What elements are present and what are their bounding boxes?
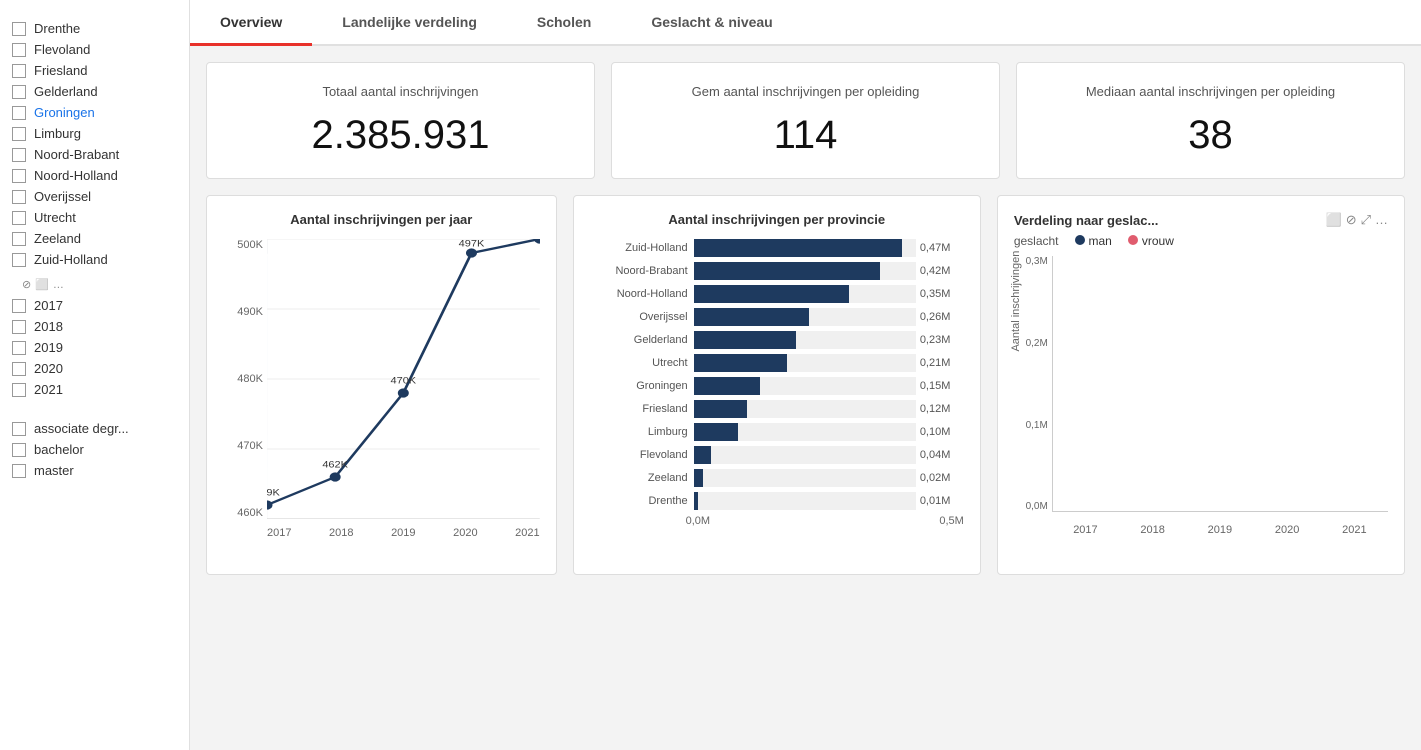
sidebar-jaar-2017[interactable]: 2017 [0, 295, 189, 316]
hbar-row: Gelderland 0,23M [598, 331, 956, 349]
sidebar-jaar-2020[interactable]: 2020 [0, 358, 189, 379]
jaar-section-header: ⊘ ⬜ … [0, 270, 189, 295]
kpi-card-median: Mediaan aantal inschrijvingen per opleid… [1016, 62, 1405, 179]
gbar-icon-expand[interactable]: ⤢ [1361, 212, 1371, 228]
charts-row: Aantal inschrijvingen per jaar 500K 490K… [206, 195, 1405, 575]
hbar-row: Noord-Brabant 0,42M [598, 262, 956, 280]
dashboard-content: Totaal aantal inschrijvingen 2.385.931 G… [190, 46, 1421, 750]
kpi-row: Totaal aantal inschrijvingen 2.385.931 G… [206, 62, 1405, 179]
hbar-row: Flevoland 0,04M [598, 446, 956, 464]
jaar-more-icon[interactable]: … [53, 279, 64, 291]
sidebar-province-noordholland[interactable]: Noord-Holland [0, 165, 189, 186]
line-chart-container: 500K 490K 480K 470K 460K [223, 239, 540, 539]
kpi-median-value: 38 [1041, 113, 1380, 158]
hbar-row: Drenthe 0,01M [598, 492, 956, 510]
kpi-total-title: Totaal aantal inschrijvingen [231, 83, 570, 101]
sidebar-province-drenthe[interactable]: Drenthe [0, 18, 189, 39]
sidebar: DrentheFlevolandFrieslandGelderlandGroni… [0, 0, 190, 750]
gbar-icon-copy[interactable]: ⬜ [1326, 212, 1342, 228]
sidebar-province-groningen[interactable]: Groningen [0, 102, 189, 123]
gbar-container: 0,3M 0,2M 0,1M 0,0M 2017 [1014, 256, 1388, 536]
line-chart-card: Aantal inschrijvingen per jaar 500K 490K… [206, 195, 557, 575]
sidebar-jaar-2018[interactable]: 2018 [0, 316, 189, 337]
gbar-chart-icons: ⬜ ⊘ ⤢ … [1326, 212, 1389, 228]
hbar-row: Noord-Holland 0,35M [598, 285, 956, 303]
tab-overview[interactable]: Overview [190, 0, 312, 44]
sidebar-niveau-bachelor[interactable]: bachelor [0, 439, 189, 460]
gbar-icon-filter[interactable]: ⊘ [1346, 212, 1357, 228]
hbar-chart-title: Aantal inschrijvingen per provincie [590, 212, 964, 227]
jaar-export-icon[interactable]: ⬜ [35, 278, 49, 291]
hbar-row: Friesland 0,12M [598, 400, 956, 418]
main-content: OverviewLandelijke verdelingScholenGesla… [190, 0, 1421, 750]
line-chart-title: Aantal inschrijvingen per jaar [223, 212, 540, 227]
tab-bar: OverviewLandelijke verdelingScholenGesla… [190, 0, 1421, 46]
sidebar-province-flevoland[interactable]: Flevoland [0, 39, 189, 60]
gbar-icon-more[interactable]: … [1375, 212, 1388, 228]
sidebar-jaar-2019[interactable]: 2019 [0, 337, 189, 358]
svg-text:459K: 459K [267, 489, 280, 499]
line-chart-area: 459K 462K 470K 497K 499K [267, 239, 540, 519]
kpi-avg-title: Gem aantal inschrijvingen per opleiding [636, 83, 975, 101]
gbar-legend: geslacht man vrouw [1014, 234, 1388, 248]
kpi-median-title: Mediaan aantal inschrijvingen per opleid… [1041, 83, 1380, 101]
sidebar-province-friesland[interactable]: Friesland [0, 60, 189, 81]
sidebar-province-noordbrabant[interactable]: Noord-Brabant [0, 144, 189, 165]
tab-scholen[interactable]: Scholen [507, 0, 621, 44]
svg-text:497K: 497K [459, 239, 485, 249]
hbar-row: Utrecht 0,21M [598, 354, 956, 372]
gbar-y-axis-title: Aantal inschrijvingen [1010, 251, 1022, 352]
hbar-chart-card: Aantal inschrijvingen per provincie Zuid… [573, 195, 981, 575]
kpi-card-total: Totaal aantal inschrijvingen 2.385.931 [206, 62, 595, 179]
tab-geslacht---niveau[interactable]: Geslacht & niveau [621, 0, 802, 44]
gbar-area [1052, 256, 1388, 512]
sidebar-province-zuidholland[interactable]: Zuid-Holland [0, 249, 189, 270]
gbar-chart-title: Verdeling naar geslac... [1014, 213, 1159, 228]
kpi-card-avg: Gem aantal inschrijvingen per opleiding … [611, 62, 1000, 179]
line-chart-svg-main: 459K 462K 470K 497K 499K [267, 239, 540, 519]
sidebar-province-gelderland[interactable]: Gelderland [0, 81, 189, 102]
line-x-axis: 2017 2018 2019 2020 2021 [267, 527, 540, 539]
tab-landelijke-verdeling[interactable]: Landelijke verdeling [312, 0, 507, 44]
sidebar-province-zeeland[interactable]: Zeeland [0, 228, 189, 249]
sidebar-province-utrecht[interactable]: Utrecht [0, 207, 189, 228]
svg-text:470K: 470K [390, 377, 416, 387]
kpi-avg-value: 114 [636, 113, 975, 158]
province-section-title [0, 8, 189, 18]
sidebar-niveau-associatedegr[interactable]: associate degr... [0, 418, 189, 439]
hbar-row: Zuid-Holland 0,47M [598, 239, 956, 257]
hbar-chart: Zuid-Holland 0,47M Noord-Brabant 0,42M N… [590, 239, 964, 510]
sidebar-province-limburg[interactable]: Limburg [0, 123, 189, 144]
gbar-x-labels: 2017 2018 2019 2020 2021 [1052, 524, 1388, 536]
hbar-row: Overijssel 0,26M [598, 308, 956, 326]
sidebar-province-overijssel[interactable]: Overijssel [0, 186, 189, 207]
svg-text:499K: 499K [514, 239, 540, 242]
svg-text:462K: 462K [322, 461, 348, 471]
kpi-total-value: 2.385.931 [231, 113, 570, 158]
gbar-chart-card: Verdeling naar geslac... ⬜ ⊘ ⤢ … geslach… [997, 195, 1405, 575]
jaar-filter-icon[interactable]: ⊘ [22, 278, 31, 291]
niveau-section-title [0, 408, 189, 418]
line-y-axis: 500K 490K 480K 470K 460K [223, 239, 263, 519]
hbar-row: Zeeland 0,02M [598, 469, 956, 487]
hbar-x-axis: 0,0M 0,5M [590, 515, 964, 527]
sidebar-jaar-2021[interactable]: 2021 [0, 379, 189, 400]
hbar-row: Groningen 0,15M [598, 377, 956, 395]
sidebar-niveau-master[interactable]: master [0, 460, 189, 481]
hbar-row: Limburg 0,10M [598, 423, 956, 441]
